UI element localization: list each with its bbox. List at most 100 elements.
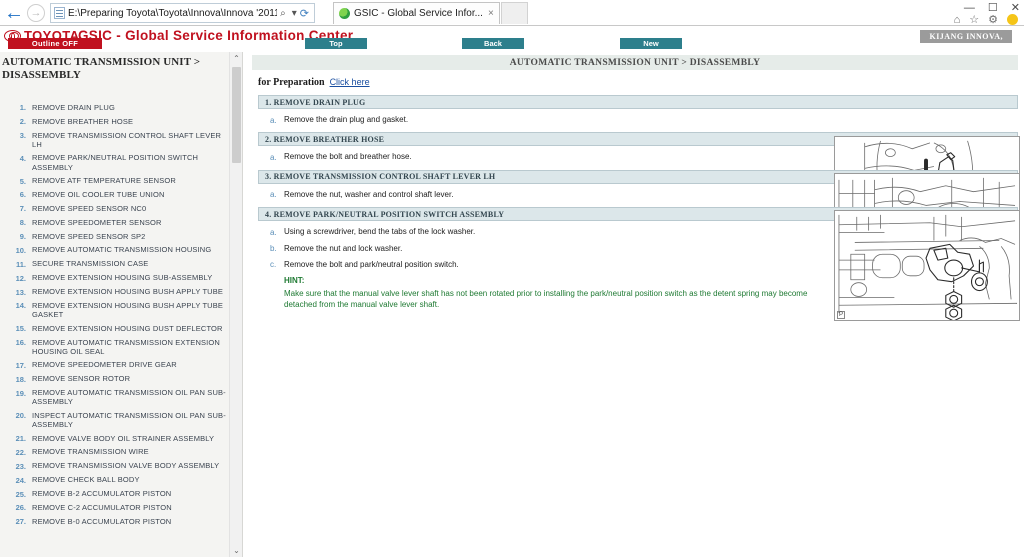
section-body: a. Remove the drain plug and gasket. (244, 115, 1024, 125)
new-tab-button[interactable] (500, 2, 528, 24)
step-4-1: a. Using a screwdriver, bend the tabs of… (270, 227, 830, 237)
close-icon[interactable]: × (488, 8, 494, 19)
sidebar-item-number: 13. (15, 287, 26, 297)
step-2-1: a. Remove the bolt and breather hose. (270, 152, 830, 162)
sidebar-item-22[interactable]: 22. REMOVE TRANSMISSION WIRE (0, 445, 242, 459)
scroll-up-icon[interactable]: ⌃ (230, 52, 242, 65)
home-icon[interactable]: ⌂ (954, 14, 961, 26)
sidebar-item-label: REMOVE AUTOMATIC TRANSMISSION HOUSING (32, 245, 212, 255)
sidebar-item-6[interactable]: 6. REMOVE OIL COOLER TUBE UNION (0, 188, 242, 202)
sidebar-item-5[interactable]: 5. REMOVE ATF TEMPERATURE SENSOR (0, 174, 242, 188)
sidebar-item-number: 11. (15, 259, 26, 269)
browser-chrome: ← → E:\Preparing Toyota\Toyota\Innova\In… (0, 0, 1024, 26)
sidebar: AUTOMATIC TRANSMISSION UNIT > DISASSEMBL… (0, 52, 243, 557)
procedure-section-3: 3. REMOVE TRANSMISSION CONTROL SHAFT LEV… (244, 169, 1024, 284)
sidebar-item-11[interactable]: 11. SECURE TRANSMISSION CASE (0, 257, 242, 271)
sidebar-item-2[interactable]: 2. REMOVE BREATHER HOSE (0, 115, 242, 129)
sidebar-item-27[interactable]: 27. REMOVE B-0 ACCUMULATOR PISTON (0, 515, 242, 529)
sidebar-item-number: 2. (19, 117, 26, 127)
sidebar-item-8[interactable]: 8. REMOVE SPEEDOMETER SENSOR (0, 216, 242, 230)
sidebar-item-label: REMOVE TRANSMISSION WIRE (32, 447, 149, 457)
tab-gsic[interactable]: GSIC - Global Service Infor... × (333, 2, 500, 24)
step-4-2: b. Remove the nut and lock washer. (270, 244, 830, 254)
sidebar-item-25[interactable]: 25. REMOVE B-2 ACCUMULATOR PISTON (0, 487, 242, 501)
sidebar-item-4[interactable]: 4. REMOVE PARK/NEUTRAL POSITION SWITCH A… (0, 151, 242, 174)
document-header: AUTOMATIC TRANSMISSION UNIT > DISASSEMBL… (252, 55, 1018, 70)
sidebar-item-19[interactable]: 19. REMOVE AUTOMATIC TRANSMISSION OIL PA… (0, 386, 242, 409)
refresh-icon[interactable]: ⟳ (300, 7, 309, 20)
sidebar-item-label: REMOVE DRAIN PLUG (32, 102, 115, 112)
sidebar-item-18[interactable]: 18. REMOVE SENSOR ROTOR (0, 372, 242, 386)
gear-icon[interactable]: ⚙ (988, 13, 998, 26)
sidebar-item-12[interactable]: 12. REMOVE EXTENSION HOUSING SUB-ASSEMBL… (0, 271, 242, 285)
sidebar-item-label: REMOVE BREATHER HOSE (32, 116, 134, 126)
favorites-star-icon[interactable]: ☆ (969, 13, 979, 26)
sidebar-item-20[interactable]: 20. INSPECT AUTOMATIC TRANSMISSION OIL P… (0, 409, 242, 432)
sidebar-item-label: REMOVE SPEED SENSOR SP2 (32, 231, 146, 241)
sidebar-item-number: 27. (15, 517, 26, 527)
sidebar-item-label: REMOVE OIL COOLER TUBE UNION (32, 189, 165, 199)
sidebar-item-number: 12. (15, 273, 26, 283)
section-heading-1: 1. REMOVE DRAIN PLUG (258, 95, 1018, 109)
scrollbar-thumb[interactable] (232, 67, 241, 163)
sidebar-item-number: 14. (15, 301, 26, 311)
sidebar-item-14[interactable]: 14. REMOVE EXTENSION HOUSING BUSH APPLY … (0, 299, 242, 322)
search-icon[interactable]: ⌕ (280, 8, 286, 19)
forward-arrow-icon[interactable]: → (27, 4, 45, 22)
sidebar-item-7[interactable]: 7. REMOVE SPEED SENSOR NC0 (0, 202, 242, 216)
back-arrow-icon[interactable]: ← (3, 2, 25, 24)
scroll-down-icon[interactable]: ⌄ (230, 544, 242, 557)
step-text: Remove the drain plug and gasket. (284, 115, 409, 124)
hint-text: Make sure that the manual valve lever sh… (284, 289, 808, 310)
sidebar-item-3[interactable]: 3. REMOVE TRANSMISSION CONTROL SHAFT LEV… (0, 129, 242, 152)
sidebar-item-number: 3. (19, 131, 26, 141)
chevron-down-icon[interactable]: ▾ (292, 8, 297, 19)
sidebar-item-label: REMOVE PARK/NEUTRAL POSITION SWITCH ASSE… (32, 153, 199, 172)
sidebar-item-number: 18. (15, 374, 26, 384)
sidebar-item-number: 1. (19, 103, 26, 113)
figure-tag: P (837, 310, 846, 320)
sidebar-item-number: 26. (15, 503, 26, 513)
sidebar-item-1[interactable]: 1. REMOVE DRAIN PLUG (0, 101, 242, 115)
sidebar-title: AUTOMATIC TRANSMISSION UNIT > DISASSEMBL… (2, 56, 201, 82)
minimize-icon[interactable]: — (964, 2, 975, 14)
address-bar[interactable]: E:\Preparing Toyota\Toyota\Innova\Innova… (50, 3, 315, 23)
sidebar-item-number: 23. (15, 461, 26, 471)
sidebar-item-9[interactable]: 9. REMOVE SPEED SENSOR SP2 (0, 230, 242, 244)
sidebar-item-number: 22. (15, 447, 26, 457)
step-marker: a. (270, 152, 277, 162)
sidebar-item-number: 6. (19, 190, 26, 200)
step-text: Remove the nut, washer and control shaft… (284, 189, 454, 199)
sidebar-item-24[interactable]: 24. REMOVE CHECK BALL BODY (0, 473, 242, 487)
gsic-toolbar: Outline OFF Top Back New (0, 38, 1024, 52)
figure-4[interactable]: P (834, 210, 1020, 322)
sidebar-scrollbar[interactable]: ⌃ ⌄ (229, 52, 242, 557)
sidebar-item-21[interactable]: 21. REMOVE VALVE BODY OIL STRAINER ASSEM… (0, 432, 242, 446)
outline-toggle-button[interactable]: Outline OFF (8, 38, 102, 49)
preparation-link[interactable]: Click here (330, 77, 370, 87)
procedure-section-4: 4. REMOVE PARK/NEUTRAL POSITION SWITCH A… (244, 207, 1024, 322)
sidebar-item-number: 25. (15, 489, 26, 499)
sidebar-item-label: REMOVE SPEED SENSOR NC0 (32, 203, 147, 213)
step-marker: b. (270, 244, 277, 254)
sidebar-item-number: 9. (19, 232, 26, 242)
procedure-sections: 1. REMOVE DRAIN PLUG a. Remove the drain… (244, 95, 1024, 322)
sidebar-item-15[interactable]: 15. REMOVE EXTENSION HOUSING DUST DEFLEC… (0, 322, 242, 336)
sidebar-item-label: REMOVE EXTENSION HOUSING SUB-ASSEMBLY (32, 273, 213, 283)
top-button[interactable]: Top (305, 38, 367, 49)
step-marker: a. (270, 227, 277, 237)
sidebar-item-13[interactable]: 13. REMOVE EXTENSION HOUSING BUSH APPLY … (0, 285, 242, 299)
sidebar-item-16[interactable]: 16. REMOVE AUTOMATIC TRANSMISSION EXTENS… (0, 336, 242, 359)
sidebar-item-10[interactable]: 10. REMOVE AUTOMATIC TRANSMISSION HOUSIN… (0, 243, 242, 257)
sidebar-item-label: REMOVE CHECK BALL BODY (32, 475, 140, 485)
sidebar-item-number: 4. (19, 153, 26, 163)
sidebar-item-26[interactable]: 26. REMOVE C-2 ACCUMULATOR PISTON (0, 501, 242, 515)
step-3-1: a. Remove the nut, washer and control sh… (270, 190, 830, 200)
back-button[interactable]: Back (462, 38, 524, 49)
sidebar-item-23[interactable]: 23. REMOVE TRANSMISSION VALVE BODY ASSEM… (0, 459, 242, 473)
sidebar-item-17[interactable]: 17. REMOVE SPEEDOMETER DRIVE GEAR (0, 358, 242, 372)
sidebar-item-number: 20. (15, 411, 26, 421)
sidebar-item-number: 8. (19, 218, 26, 228)
notification-dot-icon[interactable] (1007, 14, 1018, 25)
new-button[interactable]: New (620, 38, 682, 49)
